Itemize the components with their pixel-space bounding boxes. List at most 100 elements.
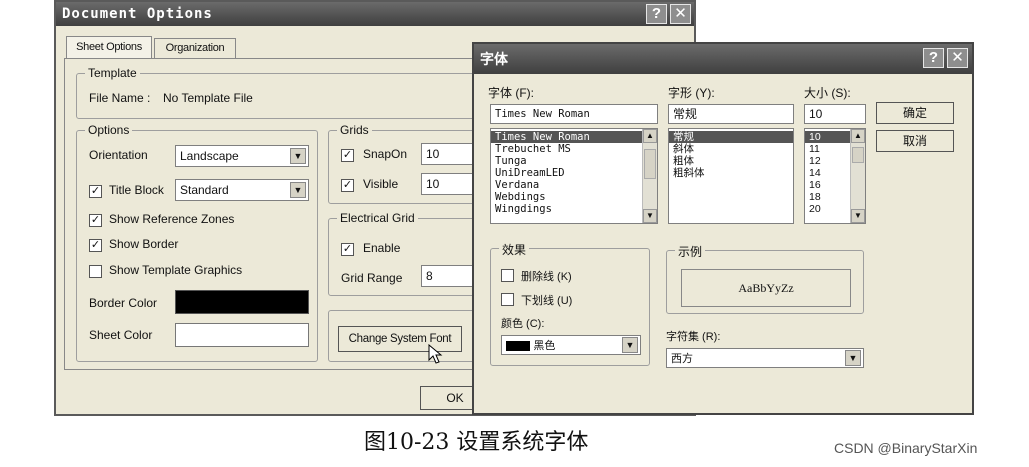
font-style-list-item[interactable]: 常规	[669, 131, 793, 143]
font-style-list-item[interactable]: 斜体	[669, 143, 793, 155]
scroll-up-icon[interactable]: ▲	[643, 129, 657, 143]
show-template-graphics-checkbox[interactable]	[89, 265, 102, 278]
file-name-label: File Name :	[89, 91, 151, 105]
enable-label: Enable	[363, 241, 401, 255]
show-reference-zones-checkbox[interactable]: ✓	[89, 214, 102, 227]
snap-on-label: SnapOn	[363, 147, 408, 161]
font-name-input[interactable]: Times New Roman	[490, 104, 658, 124]
script-value: 西方	[671, 353, 693, 365]
template-group-label: Template	[85, 66, 140, 80]
effects-group: 效果 删除线 (K) 下划线 (U) 颜色 (C): 黑色 ▼	[490, 241, 650, 366]
underline-checkbox[interactable]	[501, 293, 514, 306]
show-border-checkbox[interactable]: ✓	[89, 239, 102, 252]
electrical-grid-group-label: Electrical Grid	[337, 211, 418, 225]
orientation-label: Orientation	[89, 148, 148, 162]
grid-range-label: Grid Range	[341, 271, 403, 285]
visible-checkbox[interactable]: ✓	[341, 179, 354, 192]
color-value: 黑色	[533, 340, 556, 352]
font-size-input[interactable]: 10	[804, 104, 866, 124]
snap-on-checkbox[interactable]: ✓	[341, 149, 354, 162]
font-style-list-item[interactable]: 粗斜体	[669, 167, 793, 179]
sample-group-label: 示例	[675, 243, 706, 260]
font-ok-button[interactable]: 确定	[876, 102, 954, 124]
border-color-swatch[interactable]	[175, 290, 309, 314]
font-list-item[interactable]: Trebuchet MS	[491, 143, 657, 155]
help-button[interactable]: ?	[646, 4, 667, 24]
font-list-item[interactable]: Verdana	[491, 179, 657, 191]
help-button[interactable]: ?	[923, 48, 944, 68]
figure-caption: 图10-23 设置系统字体	[364, 430, 589, 455]
sheet-color-swatch[interactable]	[175, 323, 309, 347]
font-list-item[interactable]: Wingdings	[491, 203, 657, 215]
font-size-scrollbar[interactable]: ▲ ▼	[850, 129, 865, 223]
chevron-down-icon[interactable]: ▼	[845, 350, 861, 366]
scroll-up-icon[interactable]: ▲	[851, 129, 865, 143]
font-style-list[interactable]: 常规 斜体 粗体 粗斜体	[668, 128, 794, 224]
color-label: 颜色 (C):	[501, 318, 545, 330]
effects-group-label: 效果	[499, 241, 530, 258]
title-block-label: Title Block	[109, 183, 164, 197]
font-list-items: Times New Roman Trebuchet MS Tunga UniDream…	[491, 129, 657, 215]
chevron-down-icon[interactable]: ▼	[622, 337, 638, 353]
font-list-item[interactable]: Webdings	[491, 191, 657, 203]
visible-label: Visible	[363, 177, 399, 191]
font-style-list-item[interactable]: 粗体	[669, 155, 793, 167]
grids-group: Grids ✓ SnapOn 10 ✓ Visible 10	[328, 123, 488, 204]
electrical-grid-group: Electrical Grid ✓ Enable Grid Range 8	[328, 211, 488, 296]
options-group-label: Options	[85, 123, 133, 137]
scroll-down-icon[interactable]: ▼	[643, 209, 657, 223]
document-options-title: Document Options	[62, 6, 213, 22]
font-style-input[interactable]: 常规	[668, 104, 794, 124]
tab-organization[interactable]: Organization	[154, 38, 236, 58]
border-color-label: Border Color	[89, 296, 158, 310]
title-block-checkbox[interactable]: ✓	[89, 185, 102, 198]
options-group: Options Orientation Landscape ▼ ✓ Title …	[76, 123, 318, 362]
script-select[interactable]: 西方 ▼	[666, 348, 864, 368]
watermark: CSDN @BinaryStarXin	[834, 440, 978, 456]
show-reference-zones-label: Show Reference Zones	[109, 212, 235, 226]
grids-group-label: Grids	[337, 123, 372, 137]
font-list-scrollbar[interactable]: ▲ ▼	[642, 129, 657, 223]
font-list[interactable]: Times New Roman Trebuchet MS Tunga UniDream…	[490, 128, 658, 224]
show-template-graphics-label: Show Template Graphics	[109, 263, 243, 277]
font-cancel-button[interactable]: 取消	[876, 130, 954, 152]
color-swatch	[506, 340, 530, 351]
close-button[interactable]: ✕	[947, 48, 968, 68]
font-style-label: 字形 (Y):	[668, 86, 715, 100]
orientation-select[interactable]: Landscape ▼	[175, 145, 309, 167]
orientation-value: Landscape	[180, 149, 239, 163]
strikeout-label: 删除线 (K)	[521, 271, 572, 283]
file-name-value: No Template File	[163, 91, 253, 105]
font-size-label: 大小 (S):	[804, 86, 851, 100]
font-list-item[interactable]: Tunga	[491, 155, 657, 167]
title-block-value: Standard	[180, 183, 229, 197]
font-size-list[interactable]: 10 11 12 14 16 18 20 ▲ ▼	[804, 128, 866, 224]
font-dialog: 字体 ? ✕ 字体 (F): Times New Roman Times New…	[472, 42, 974, 415]
scroll-thumb[interactable]	[852, 147, 864, 163]
font-label: 字体 (F):	[488, 86, 534, 100]
sample-group: 示例 AaBbYyZz	[666, 243, 864, 314]
strikeout-checkbox[interactable]	[501, 269, 514, 282]
font-dialog-titlebar[interactable]: 字体 ? ✕	[474, 44, 972, 74]
script-label: 字符集 (R):	[666, 331, 721, 343]
document-options-titlebar[interactable]: Document Options ? ✕	[56, 2, 694, 26]
font-list-item[interactable]: UniDreamLED	[491, 167, 657, 179]
chevron-down-icon[interactable]: ▼	[290, 148, 306, 164]
enable-checkbox[interactable]: ✓	[341, 243, 354, 256]
color-select[interactable]: 黑色 ▼	[501, 335, 641, 355]
sheet-color-label: Sheet Color	[89, 328, 153, 342]
scroll-down-icon[interactable]: ▼	[851, 209, 865, 223]
font-dialog-title: 字体	[480, 51, 508, 67]
show-border-label: Show Border	[109, 237, 179, 251]
mouse-cursor-icon	[428, 344, 443, 364]
underline-label: 下划线 (U)	[521, 295, 573, 307]
font-style-list-items: 常规 斜体 粗体 粗斜体	[669, 129, 793, 179]
chevron-down-icon[interactable]: ▼	[290, 182, 306, 198]
tab-sheet-options[interactable]: Sheet Options	[66, 36, 152, 58]
sample-preview: AaBbYyZz	[681, 269, 851, 307]
template-group: Template File Name : No Template File	[76, 66, 496, 119]
font-list-item[interactable]: Times New Roman	[491, 131, 657, 143]
close-button[interactable]: ✕	[670, 4, 691, 24]
scroll-thumb[interactable]	[644, 149, 656, 179]
title-block-select[interactable]: Standard ▼	[175, 179, 309, 201]
